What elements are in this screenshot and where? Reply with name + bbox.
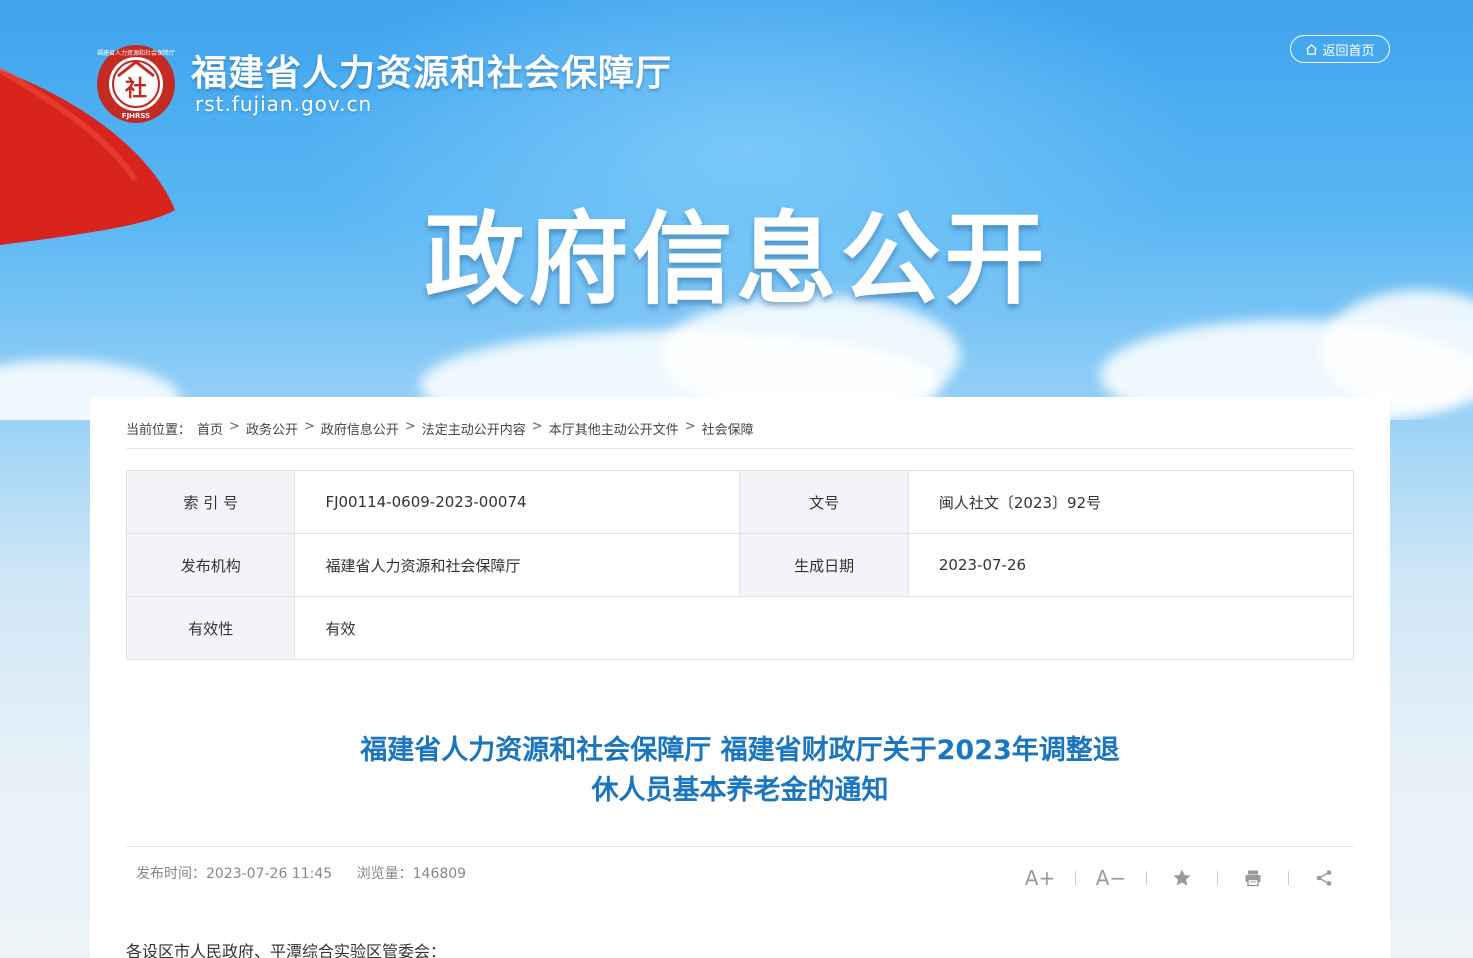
breadcrumb-item-gov-affairs[interactable]: 政务公开 — [246, 419, 298, 448]
logo-ring-text: 福建省人力资源和社会保障厅 — [97, 49, 175, 57]
docno-label: 文号 — [739, 470, 909, 534]
publish-label: 发布时间： — [136, 866, 206, 882]
main-content: 当前位置： 首页 > 政务公开 > 政府信息公开 > 法定主动公开内容 > 本厅… — [90, 397, 1390, 958]
document-info-table: 索 引 号 FJ00114-0609-2023-00074 文号 闽人社文〔20… — [125, 470, 1355, 660]
logo-char: 社 — [125, 76, 147, 102]
breadcrumb: 当前位置： 首页 > 政务公开 > 政府信息公开 > 法定主动公开内容 > 本厅… — [126, 419, 1354, 449]
breadcrumb-separator: > — [684, 419, 696, 434]
print-icon — [1245, 870, 1261, 887]
article-title-line1: 福建省人力资源和社会保障厅 福建省财政厅关于2023年调整退 — [360, 735, 1120, 766]
breadcrumb-item-home[interactable]: 首页 — [197, 419, 223, 448]
article-greeting: 各设区市人民政府、平潭综合实验区管委会： — [126, 942, 447, 958]
breadcrumb-separator: > — [229, 419, 240, 434]
table-row: 发布机构 福建省人力资源和社会保障厅 生成日期 2023-07-26 — [125, 533, 1355, 597]
article-meta: 发布时间：2023-07-26 11:45 浏览量：146809 — [136, 863, 486, 883]
breadcrumb-separator: > — [404, 419, 416, 434]
breadcrumb-item-other-files[interactable]: 本厅其他主动公开文件 — [549, 419, 679, 448]
logo-bottom-text: FJHRSS — [122, 112, 150, 120]
breadcrumb-separator: > — [303, 419, 315, 434]
breadcrumb-separator: > — [531, 419, 543, 434]
banner-title: 政府信息公开 — [424, 201, 1049, 318]
header-banner: 社 FJHRSS 福建省人力资源和社会保障厅 福建省人力资源和社会保障厅 rst… — [0, 0, 1473, 420]
breadcrumb-item-gov-info[interactable]: 政府信息公开 — [321, 419, 399, 448]
share-button[interactable] — [1294, 865, 1354, 891]
tool-divider — [1075, 871, 1076, 885]
breadcrumb-item-social-security[interactable]: 社会保障 — [702, 419, 754, 448]
share-icon — [1316, 870, 1332, 886]
validity-value: 有效 — [294, 596, 1354, 660]
tool-divider — [1217, 871, 1218, 885]
article-meta-bar: 发布时间：2023-07-26 11:45 浏览量：146809 A+ A− — [126, 846, 1354, 896]
validity-label: 有效性 — [125, 596, 296, 660]
breadcrumb-prefix: 当前位置： — [126, 423, 192, 438]
publish-value: 2023-07-26 11:45 — [206, 866, 333, 882]
breadcrumb-item-statutory[interactable]: 法定主动公开内容 — [422, 419, 526, 448]
index-label: 索 引 号 — [125, 470, 296, 534]
views-label: 浏览量： — [356, 866, 413, 882]
star-icon — [1173, 869, 1191, 886]
docno-value: 闽人社文〔2023〕92号 — [907, 470, 1355, 534]
favorite-button[interactable] — [1152, 865, 1212, 891]
site-domain: rst.fujian.gov.cn — [195, 92, 373, 116]
table-row: 索 引 号 FJ00114-0609-2023-00074 文号 闽人社文〔20… — [125, 470, 1355, 534]
view-count: 浏览量：146809 — [357, 866, 466, 882]
font-increase-button[interactable]: A+ — [1010, 865, 1070, 891]
site-logo[interactable]: 社 FJHRSS 福建省人力资源和社会保障厅 — [96, 44, 176, 124]
publish-time: 发布时间：2023-07-26 11:45 — [136, 866, 332, 882]
tool-divider — [1288, 871, 1289, 885]
site-title[interactable]: 福建省人力资源和社会保障厅 — [191, 44, 672, 96]
org-value: 福建省人力资源和社会保障厅 — [294, 533, 741, 597]
print-button[interactable] — [1223, 865, 1283, 891]
article-title-line2: 休人员基本养老金的通知 — [591, 775, 889, 806]
org-label: 发布机构 — [125, 533, 296, 597]
home-button[interactable]: 返回首页 — [1290, 35, 1390, 63]
table-row: 有效性 有效 — [125, 596, 1354, 660]
date-value: 2023-07-26 — [907, 533, 1355, 597]
date-label: 生成日期 — [739, 533, 909, 597]
article-title: 福建省人力资源和社会保障厅 福建省财政厅关于2023年调整退 休人员基本养老金的… — [250, 731, 1230, 811]
home-icon — [1306, 43, 1318, 55]
index-value: FJ00114-0609-2023-00074 — [294, 470, 741, 534]
tool-divider — [1146, 871, 1147, 885]
article-tools: A+ A− — [1010, 865, 1354, 891]
font-decrease-button[interactable]: A− — [1081, 865, 1141, 891]
home-button-label: 返回首页 — [1322, 43, 1375, 59]
views-value: 146809 — [412, 866, 467, 882]
